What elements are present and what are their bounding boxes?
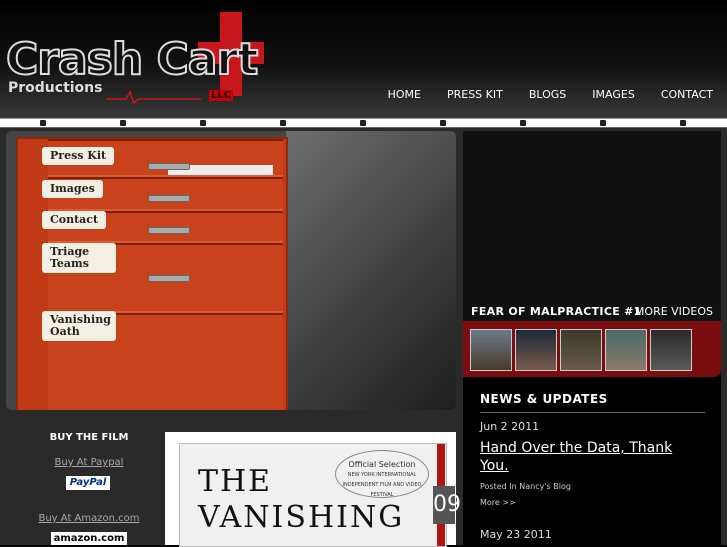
heartbeat-icon — [106, 90, 201, 104]
news-date: Jun 2 2011 — [480, 420, 540, 433]
main-nav: HOME PRESS KIT BLOGS IMAGES CONTACT — [388, 88, 713, 101]
paypal-link[interactable]: Buy At Paypal — [14, 457, 164, 468]
news-more-link[interactable]: More >> — [480, 498, 516, 507]
header: Crash Cart Productions LLC HOME PRESS KI… — [0, 0, 727, 120]
amazon-badge[interactable]: amazon.com — [51, 532, 127, 545]
logo[interactable]: Crash Cart Productions LLC — [5, 10, 266, 105]
video-title: FEAR OF MALPRACTICE #1 — [471, 305, 642, 318]
rail-divider — [0, 118, 727, 128]
hero-image: Press Kit Images Contact Triage Teams Va… — [6, 131, 456, 410]
nav-images[interactable]: IMAGES — [592, 88, 635, 101]
video-panel: FEAR OF MALPRACTICE #1 MORE VIDEOS — [463, 131, 721, 377]
nav-press-kit[interactable]: PRESS KIT — [447, 88, 503, 101]
logo-subtitle: Productions — [8, 80, 103, 96]
buy-section: BUY THE FILM Buy At Paypal PayPal Buy At… — [14, 432, 164, 545]
news-panel: NEWS & UPDATES Jun 2 2011 Hand Over the … — [463, 377, 721, 545]
nav-home[interactable]: HOME — [388, 88, 421, 101]
hero-link-triage-teams[interactable]: Triage Teams — [42, 243, 116, 273]
hero-link-vanishing-oath[interactable]: Vanishing Oath — [42, 311, 116, 341]
logo-llc: LLC — [209, 90, 234, 101]
paypal-badge[interactable]: PayPal — [66, 476, 110, 490]
amazon-link[interactable]: Buy At Amazon.com — [14, 513, 164, 524]
logo-title: Crash Cart — [5, 34, 259, 85]
hero-link-images[interactable]: Images — [42, 180, 103, 198]
hospital-room-photo — [286, 131, 456, 410]
video-thumbnail[interactable] — [470, 329, 512, 371]
news-title-link[interactable]: Hand Over the Data, Thank You. — [480, 439, 705, 475]
poster-image: THE VANISHING Official Selection NEW YOR… — [179, 443, 461, 547]
news-date: May 23 2011 — [480, 528, 552, 541]
divider — [480, 412, 705, 413]
video-thumbnail[interactable] — [560, 329, 602, 371]
video-thumbnail[interactable] — [650, 329, 692, 371]
news-heading: NEWS & UPDATES — [480, 392, 608, 406]
crash-cart-photo — [16, 137, 288, 410]
more-videos-link[interactable]: MORE VIDEOS — [635, 305, 713, 318]
hero-link-contact[interactable]: Contact — [42, 211, 107, 229]
poster-number: 09 — [433, 486, 461, 524]
nav-contact[interactable]: CONTACT — [661, 88, 713, 101]
video-thumbnails — [463, 321, 721, 377]
video-thumbnail[interactable] — [515, 329, 557, 371]
news-posted-in: Posted In Nancy's Blog — [480, 482, 571, 491]
laurel-badge: Official Selection NEW YORK INTERNATIONA… — [335, 450, 429, 498]
hero-link-press-kit[interactable]: Press Kit — [42, 147, 115, 165]
video-thumbnail[interactable] — [605, 329, 647, 371]
buy-title: BUY THE FILM — [49, 432, 129, 443]
film-poster[interactable]: THE VANISHING Official Selection NEW YOR… — [165, 432, 461, 547]
nav-blogs[interactable]: BLOGS — [529, 88, 566, 101]
